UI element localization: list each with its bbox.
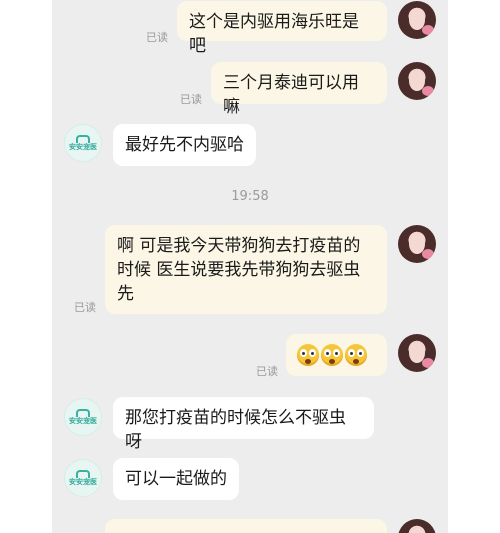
message-text-line: 啊 可是我今天带狗狗去打疫苗的: [117, 236, 361, 256]
shop-avatar[interactable]: 安安宠医: [64, 124, 102, 162]
shop-avatar[interactable]: 安安宠医: [64, 398, 102, 436]
message-bubble-outgoing[interactable]: [286, 334, 387, 376]
shop-avatar-label: 安安宠医: [69, 417, 97, 425]
shop-avatar[interactable]: 安安宠医: [64, 459, 102, 497]
message-text: 那您打疫苗的时候怎么不驱虫呀: [125, 408, 346, 452]
user-avatar[interactable]: [398, 225, 436, 263]
read-receipt: 已读: [146, 31, 168, 44]
read-receipt: 已读: [256, 365, 278, 378]
shop-avatar-label: 安安宠医: [69, 478, 97, 486]
message-text-line: 时候 医生说要我先带狗狗去驱虫: [117, 260, 361, 280]
message-bubble-incoming[interactable]: 可以一起做的: [113, 458, 239, 500]
surprised-face-emoji: [345, 344, 367, 366]
user-avatar[interactable]: [398, 334, 436, 372]
message-bubble-outgoing[interactable]: 三个月泰迪可以用嘛: [211, 62, 387, 117]
chat-screen: 这个是内驱用海乐旺是吧 已读 三个月泰迪可以用嘛 已读 安安宠医 最好先不内驱哈…: [52, 0, 448, 533]
message-text: 这个是内驱用海乐旺是吧: [189, 12, 359, 56]
read-receipt: 已读: [74, 301, 96, 314]
message-bubble-outgoing-partial[interactable]: [105, 519, 387, 533]
message-bubble-outgoing[interactable]: 这个是内驱用海乐旺是吧: [177, 1, 387, 56]
message-bubble-incoming[interactable]: 最好先不内驱哈: [113, 124, 256, 166]
message-text: 可以一起做的: [125, 469, 227, 489]
pet-house-icon: [76, 135, 90, 143]
message-bubble-incoming[interactable]: 那您打疫苗的时候怎么不驱虫呀: [113, 397, 374, 452]
message-text: 三个月泰迪可以用嘛: [223, 73, 359, 117]
surprised-face-emoji: [297, 344, 319, 366]
surprised-face-emoji: [321, 344, 343, 366]
message-text: 最好先不内驱哈: [125, 135, 244, 155]
user-avatar[interactable]: [398, 519, 436, 533]
chat-timestamp: 19:58: [231, 189, 269, 204]
message-text-line: 先: [117, 284, 134, 304]
pet-house-icon: [76, 470, 90, 478]
message-bubble-outgoing[interactable]: 啊 可是我今天带狗狗去打疫苗的 时候 医生说要我先带狗狗去驱虫 先: [105, 225, 387, 314]
read-receipt: 已读: [180, 93, 202, 106]
user-avatar[interactable]: [398, 1, 436, 39]
shop-avatar-label: 安安宠医: [69, 143, 97, 151]
user-avatar[interactable]: [398, 62, 436, 100]
pet-house-icon: [76, 409, 90, 417]
